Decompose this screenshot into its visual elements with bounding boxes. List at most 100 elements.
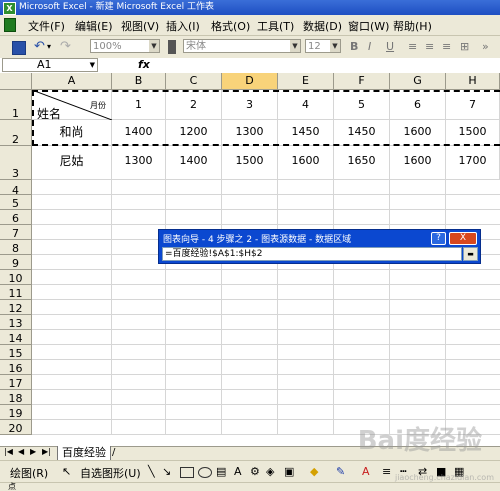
column-header-e[interactable]: E bbox=[278, 73, 334, 90]
row-header-13[interactable]: 13 bbox=[0, 315, 32, 330]
column-header-a[interactable]: A bbox=[32, 73, 112, 90]
line-tool-icon[interactable]: ╲ bbox=[148, 465, 155, 478]
row-header-16[interactable]: 16 bbox=[0, 360, 32, 375]
font-size-combo[interactable]: 12 ▼ bbox=[305, 39, 341, 53]
line-color-icon[interactable]: ✎ bbox=[336, 465, 345, 478]
redo-icon[interactable]: ↷ bbox=[60, 39, 71, 54]
formula-bar: A1 ▼ fx bbox=[0, 58, 500, 74]
column-header-h[interactable]: H bbox=[446, 73, 500, 90]
sheet-tab-separator: / bbox=[112, 447, 116, 458]
menu-format[interactable]: 格式(O) bbox=[211, 18, 250, 34]
cell-a3[interactable]: 尼姑 bbox=[32, 146, 112, 180]
row-header-20[interactable]: 20 bbox=[0, 420, 32, 435]
row-header-1[interactable]: 1 bbox=[0, 90, 32, 120]
menu-window[interactable]: 窗口(W) bbox=[348, 18, 389, 34]
row-header-4[interactable]: 4 bbox=[0, 180, 32, 197]
first-sheet-icon[interactable]: |◀ bbox=[4, 447, 13, 456]
next-sheet-icon[interactable]: ▶ bbox=[30, 447, 36, 456]
dialog-help-button[interactable]: ? bbox=[431, 232, 446, 245]
select-all-corner[interactable] bbox=[0, 73, 32, 90]
picture-tool-icon[interactable]: ▣ bbox=[284, 465, 294, 478]
fill-color-icon[interactable]: ◆ bbox=[310, 465, 318, 478]
bold-button[interactable]: B bbox=[350, 39, 358, 54]
name-box-dropdown-icon[interactable]: ▼ bbox=[90, 59, 95, 71]
prev-sheet-icon[interactable]: ◀ bbox=[18, 447, 24, 456]
align-left-icon[interactable]: ≡ bbox=[408, 39, 417, 54]
row-header-17[interactable]: 17 bbox=[0, 375, 32, 390]
excel-menu-icon[interactable] bbox=[4, 18, 16, 32]
save-icon[interactable] bbox=[12, 41, 26, 55]
draw-menu-button[interactable]: 绘图(R) bbox=[10, 465, 48, 481]
last-sheet-icon[interactable]: ▶| bbox=[42, 447, 51, 456]
column-header-d[interactable]: D bbox=[222, 73, 278, 90]
row-header-7[interactable]: 7 bbox=[0, 225, 32, 240]
row-header-19[interactable]: 19 bbox=[0, 405, 32, 420]
menu-insert[interactable]: 插入(I) bbox=[166, 18, 200, 34]
wordart-tool-icon[interactable]: A bbox=[234, 465, 242, 478]
italic-button[interactable]: I bbox=[368, 39, 371, 54]
name-box[interactable]: A1 ▼ bbox=[2, 58, 98, 72]
column-header-b[interactable]: B bbox=[112, 73, 166, 90]
font-color-icon[interactable]: A bbox=[362, 465, 370, 478]
menu-help[interactable]: 帮助(H) bbox=[393, 18, 432, 34]
textbox-tool-icon[interactable]: ▤ bbox=[216, 465, 226, 478]
row-header-10[interactable]: 10 bbox=[0, 270, 32, 285]
row-header-9[interactable]: 9 bbox=[0, 255, 32, 270]
cell-c3[interactable]: 1400 bbox=[166, 146, 222, 180]
row-header-5[interactable]: 5 bbox=[0, 195, 32, 210]
dialog-title: 图表向导 - 4 步骤之 2 - 图表源数据 - 数据区域 bbox=[163, 235, 352, 245]
line-style-icon[interactable]: ≡ bbox=[382, 465, 391, 478]
expand-dialog-icon[interactable]: ▬ bbox=[463, 247, 478, 261]
row-header-12[interactable]: 12 bbox=[0, 300, 32, 315]
font-size-dropdown-icon[interactable]: ▼ bbox=[330, 40, 340, 52]
underline-button[interactable]: U bbox=[386, 39, 394, 54]
diagram-tool-icon[interactable]: ⚙ bbox=[250, 465, 260, 478]
oval-tool-icon[interactable] bbox=[198, 467, 212, 478]
column-header-f[interactable]: F bbox=[334, 73, 390, 90]
undo-icon[interactable]: ↶ bbox=[34, 39, 45, 54]
font-dropdown-icon[interactable]: ▼ bbox=[290, 40, 300, 52]
menu-data[interactable]: 数据(D) bbox=[303, 18, 342, 34]
row-header-6[interactable]: 6 bbox=[0, 210, 32, 225]
zoom-combo[interactable]: 100% ▼ bbox=[90, 39, 160, 53]
autoshapes-menu-button[interactable]: 自选图形(U) bbox=[80, 465, 141, 481]
sheet-tab-baidu[interactable]: 百度经验 bbox=[57, 446, 111, 461]
cell-f3[interactable]: 1650 bbox=[334, 146, 390, 180]
row-header-8[interactable]: 8 bbox=[0, 240, 32, 255]
cell-b3[interactable]: 1300 bbox=[112, 146, 166, 180]
cell-e3[interactable]: 1600 bbox=[278, 146, 334, 180]
cell-h3[interactable]: 1700 bbox=[446, 146, 500, 180]
dialog-close-button[interactable]: X bbox=[449, 232, 477, 245]
align-center-icon[interactable]: ≡ bbox=[425, 39, 434, 54]
menu-file[interactable]: 文件(F) bbox=[28, 18, 65, 34]
arrow-tool-icon[interactable]: ↘ bbox=[162, 465, 171, 478]
merge-center-icon[interactable]: ⊞ bbox=[460, 39, 469, 54]
column-header-c[interactable]: C bbox=[166, 73, 222, 90]
cell-g3[interactable]: 1600 bbox=[390, 146, 446, 180]
insert-function-icon[interactable]: fx bbox=[138, 58, 150, 71]
undo-dropdown-icon[interactable]: ▾ bbox=[47, 39, 51, 54]
menu-view[interactable]: 视图(V) bbox=[121, 18, 159, 34]
row-header-14[interactable]: 14 bbox=[0, 330, 32, 345]
menu-tools[interactable]: 工具(T) bbox=[257, 18, 294, 34]
select-objects-icon[interactable]: ↖ bbox=[62, 465, 71, 478]
toolbar-handle-icon[interactable] bbox=[168, 40, 176, 54]
row-header-18[interactable]: 18 bbox=[0, 390, 32, 405]
toolbar-more-icon[interactable]: » bbox=[482, 39, 489, 54]
empty-cells-grid[interactable] bbox=[32, 180, 500, 435]
cell-d3[interactable]: 1500 bbox=[222, 146, 278, 180]
clipart-tool-icon[interactable]: ◈ bbox=[266, 465, 274, 478]
row-header-11[interactable]: 11 bbox=[0, 285, 32, 300]
zoom-dropdown-icon[interactable]: ▼ bbox=[149, 40, 159, 52]
row-header-2[interactable]: 2 bbox=[0, 120, 32, 146]
menu-edit[interactable]: 编辑(E) bbox=[75, 18, 113, 34]
align-right-icon[interactable]: ≡ bbox=[442, 39, 451, 54]
font-combo[interactable]: 宋体 ▼ bbox=[183, 39, 301, 53]
row-header-3[interactable]: 3 bbox=[0, 146, 32, 180]
row-header-15[interactable]: 15 bbox=[0, 345, 32, 360]
rectangle-tool-icon[interactable] bbox=[180, 467, 194, 478]
column-header-g[interactable]: G bbox=[390, 73, 446, 90]
data-range-input[interactable]: =百度经验!$A$1:$H$2 bbox=[162, 247, 462, 261]
baidu-watermark: Bai度经验 bbox=[357, 426, 482, 456]
window-titlebar: X Microsoft Excel - 新建 Microsoft Excel 工作… bbox=[0, 0, 500, 15]
